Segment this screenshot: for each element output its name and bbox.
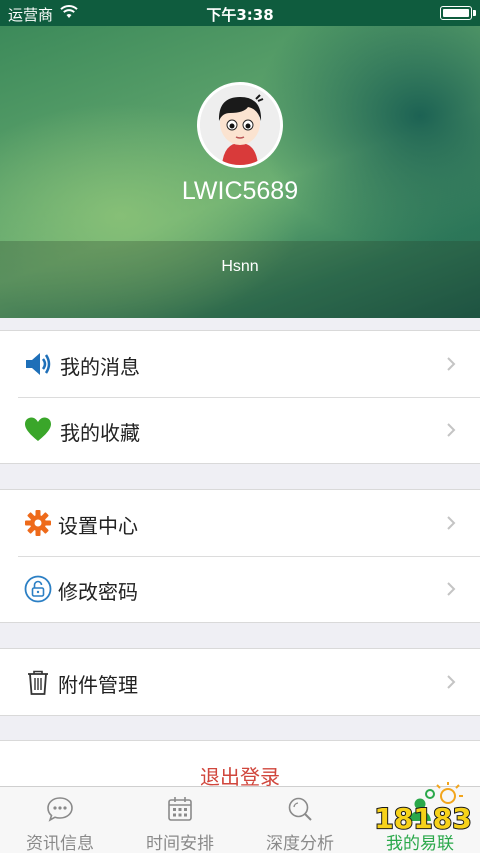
menu-item-label: 我的消息 — [60, 355, 140, 379]
calendar-icon — [168, 797, 192, 821]
menu-group-attachments: 附件管理 — [0, 648, 480, 716]
tab-label: 资讯信息 — [26, 834, 94, 853]
menu-item-settings-center[interactable]: 设置中心 — [0, 490, 480, 556]
watermark-text: 18183 — [374, 802, 471, 835]
tab-analysis[interactable]: 深度分析 — [240, 787, 360, 853]
tab-schedule[interactable]: 时间安排 — [120, 787, 240, 853]
tab-label: 时间安排 — [146, 834, 214, 853]
menu-item-label: 我的收藏 — [60, 421, 140, 445]
speaker-icon — [26, 353, 51, 375]
username: LWIC5689 — [181, 177, 299, 205]
menu-group-settings: 设置中心 修改密码 — [0, 489, 480, 623]
avatar-cartoon-icon — [200, 85, 280, 165]
menu-item-label: 修改密码 — [58, 580, 138, 604]
status-time: 下午3:38 — [206, 6, 274, 24]
heart-icon — [25, 417, 51, 441]
chat-bubble-icon — [47, 797, 73, 822]
lock-icon — [24, 575, 52, 603]
status-bar: 运营商 下午3:38 — [0, 0, 480, 26]
tab-news[interactable]: 资讯信息 — [0, 787, 120, 853]
menu-item-my-messages[interactable]: 我的消息 — [0, 331, 480, 397]
chevron-right-icon — [447, 423, 456, 437]
nickname-bar — [0, 241, 480, 318]
menu-item-change-password[interactable]: 修改密码 — [0, 556, 480, 622]
menu-item-label: 附件管理 — [58, 673, 138, 697]
avatar[interactable] — [197, 82, 283, 168]
watermark-logo: 18183 — [373, 782, 473, 836]
menu-item-my-favorites[interactable]: 我的收藏 — [0, 397, 480, 463]
chevron-right-icon — [447, 675, 456, 689]
menu-item-attachment-management[interactable]: 附件管理 — [0, 649, 480, 715]
menu-item-label: 设置中心 — [58, 514, 138, 538]
chevron-right-icon — [447, 516, 456, 530]
tab-label: 深度分析 — [266, 834, 334, 853]
search-icon — [288, 797, 312, 821]
menu-group-messages: 我的消息 我的收藏 — [0, 330, 480, 464]
chevron-right-icon — [447, 357, 456, 371]
profile-header: LWIC5689 Hsnn — [0, 26, 480, 318]
battery-icon — [440, 6, 476, 20]
gear-icon — [25, 510, 51, 536]
nickname: Hsnn — [221, 258, 259, 275]
chevron-right-icon — [447, 582, 456, 596]
trash-icon — [28, 670, 48, 695]
